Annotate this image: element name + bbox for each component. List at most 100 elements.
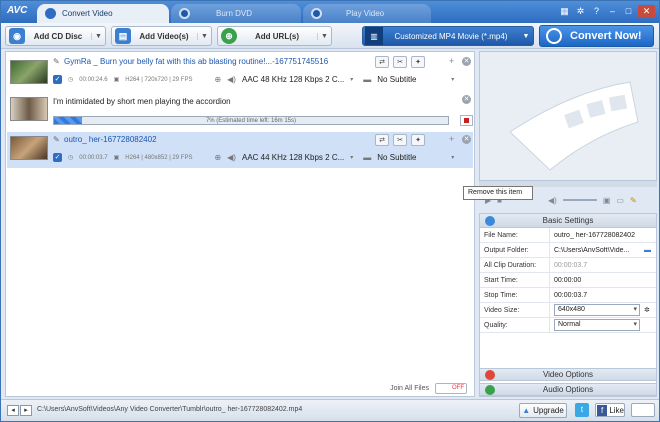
remove-icon[interactable]: ✕: [462, 57, 471, 66]
tab-convert-video[interactable]: Convert Video: [37, 4, 169, 23]
output-profile-label: Customized MP4 Movie (*.mp4): [394, 31, 508, 41]
stop-button[interactable]: [460, 115, 473, 126]
video-thumbnail: [10, 97, 48, 121]
upgrade-label: Upgrade: [533, 406, 564, 415]
clock-icon: ◷: [68, 77, 74, 83]
file-title: I'm intimidated by short men playing the…: [53, 97, 231, 106]
tools-icon[interactable]: ✎: [630, 196, 637, 205]
volume-slider[interactable]: [562, 199, 597, 201]
film-strip-graphic: [509, 81, 639, 171]
chevron-down-icon[interactable]: ▼: [91, 32, 105, 40]
chevron-down-icon[interactable]: ▾: [451, 76, 454, 83]
close-button[interactable]: ✕: [638, 5, 655, 18]
tab-play-video[interactable]: Play Video: [303, 4, 431, 23]
item-tools: ⇄ ✂ ✦: [375, 56, 425, 68]
add-videos-button[interactable]: ▤ Add Video(s) ▼: [111, 26, 212, 46]
file-checkbox[interactable]: ✓: [53, 153, 62, 162]
effects-icon[interactable]: ✦: [411, 56, 425, 68]
basic-settings-header[interactable]: Basic Settings: [480, 214, 656, 228]
facebook-icon: f: [597, 404, 608, 416]
join-files-label: Join All Files: [390, 384, 429, 392]
gear-icon[interactable]: ✲: [644, 306, 656, 314]
video-size-select[interactable]: 640x480: [554, 304, 640, 316]
skin-icon[interactable]: ▦: [558, 5, 571, 18]
list-item-selected[interactable]: ✎ outro_ her-167728082402 ✓ ◷ 00:00:03.7 …: [7, 132, 473, 168]
add-output-icon[interactable]: +: [449, 56, 454, 66]
subtitle-icon: ▬: [363, 75, 372, 84]
globe-add-icon: ⊕: [221, 28, 237, 44]
video-preview: [479, 51, 657, 181]
chevron-down-icon[interactable]: ▼: [317, 32, 331, 40]
convert-now-button[interactable]: Convert Now!: [539, 25, 654, 47]
remove-icon[interactable]: ✕: [462, 95, 471, 104]
add-urls-button[interactable]: ⊕ Add URL(s) ▼: [217, 26, 332, 46]
tab-burn-dvd[interactable]: Burn DVD: [171, 4, 301, 23]
help-icon[interactable]: ?: [590, 5, 603, 18]
setting-key: Stop Time:: [480, 288, 550, 302]
edit-pencil-icon[interactable]: ✎: [53, 135, 61, 144]
facebook-like-button[interactable]: f Like: [595, 403, 625, 417]
play-icon: [311, 8, 322, 19]
file-title[interactable]: GymRa _ Burn your belly fat with this ab…: [64, 57, 328, 66]
file-title-row: ✎ outro_ her-167728082402: [53, 135, 157, 144]
audio-options-label: Audio Options: [542, 385, 594, 394]
folder-icon[interactable]: ▬: [644, 247, 656, 254]
chevron-down-icon[interactable]: ▾: [350, 76, 353, 83]
video-options-label: Video Options: [542, 370, 594, 379]
chevron-down-icon[interactable]: ▾: [451, 154, 454, 161]
next-icon[interactable]: ▸: [20, 405, 32, 416]
minimize-button[interactable]: –: [606, 5, 619, 18]
setting-output-folder: Output Folder: C:\Users\AnvSoft\Vide... …: [480, 243, 656, 258]
tab-label: Play Video: [346, 9, 385, 18]
video-options-header[interactable]: Video Options: [479, 368, 657, 381]
subtitle-select[interactable]: No Subtitle: [377, 153, 445, 162]
effects-icon[interactable]: ✦: [411, 134, 425, 146]
convert-label: Convert Now!: [570, 30, 642, 42]
join-files-bar: Join All Files OFF: [5, 379, 475, 397]
basic-settings-title: Basic Settings: [542, 216, 594, 225]
add-output-icon[interactable]: +: [449, 134, 454, 144]
setting-key: All Clip Duration:: [480, 258, 550, 272]
file-meta: ✓ ◷ 00:00:24.6 ▣ H264 | 720x720 | 29 FPS…: [53, 75, 454, 84]
share-button[interactable]: [631, 403, 655, 417]
subtitle-select[interactable]: No Subtitle: [377, 75, 445, 84]
video-icon: ▣: [113, 77, 120, 83]
toggle-state: OFF: [452, 385, 464, 391]
maximize-button[interactable]: □: [622, 5, 635, 18]
subtitle-icon: ▬: [363, 153, 372, 162]
cut-icon[interactable]: ✂: [393, 56, 407, 68]
audio-track-select[interactable]: AAC 48 KHz 128 Kbps 2 C...: [242, 75, 344, 84]
audio-options-header[interactable]: Audio Options: [479, 383, 657, 396]
rotate-icon[interactable]: ⇄: [375, 56, 389, 68]
edit-pencil-icon[interactable]: ✎: [53, 57, 61, 66]
audio-options-icon: [485, 385, 495, 395]
settings-gear-icon[interactable]: ✲: [574, 5, 587, 18]
folder-icon[interactable]: ▭: [616, 196, 624, 205]
subtitle-add-icon[interactable]: ⊕: [214, 153, 221, 162]
cut-icon[interactable]: ✂: [393, 134, 407, 146]
volume-icon[interactable]: ◀): [548, 196, 557, 205]
snapshot-icon[interactable]: ▣: [603, 196, 611, 205]
twitter-icon[interactable]: t: [575, 403, 589, 417]
start-time-field[interactable]: 00:00:00: [550, 277, 656, 284]
output-profile-select[interactable]: ▥ Customized MP4 Movie (*.mp4) ▼: [362, 26, 534, 46]
file-name-field[interactable]: outro_ her-167728082402: [550, 232, 656, 239]
subtitle-add-icon[interactable]: ⊕: [214, 75, 221, 84]
audio-track-select[interactable]: AAC 44 KHz 128 Kbps 2 C...: [242, 153, 344, 162]
duration-value: 00:00:03.7: [554, 261, 588, 269]
rotate-icon[interactable]: ⇄: [375, 134, 389, 146]
file-title-row: ✎ GymRa _ Burn your belly fat with this a…: [53, 57, 328, 66]
stop-time-field[interactable]: 00:00:03.7: [550, 292, 656, 299]
join-files-toggle[interactable]: OFF: [435, 382, 467, 394]
remove-icon[interactable]: ✕: [462, 135, 471, 144]
file-checkbox[interactable]: ✓: [53, 75, 62, 84]
add-cd-button[interactable]: ◉ Add CD Disc ▼: [5, 26, 106, 46]
prev-icon[interactable]: ◂: [7, 405, 19, 416]
upgrade-button[interactable]: ▲ Upgrade: [519, 403, 567, 418]
file-title[interactable]: outro_ her-167728082402: [64, 135, 157, 144]
chevron-down-icon[interactable]: ▼: [197, 32, 211, 40]
output-folder-field[interactable]: C:\Users\AnvSoft\Vide...: [550, 247, 644, 254]
quality-select[interactable]: Normal: [554, 319, 640, 331]
chevron-down-icon[interactable]: ▾: [350, 154, 353, 161]
arrow-up-icon: ▲: [522, 406, 531, 415]
